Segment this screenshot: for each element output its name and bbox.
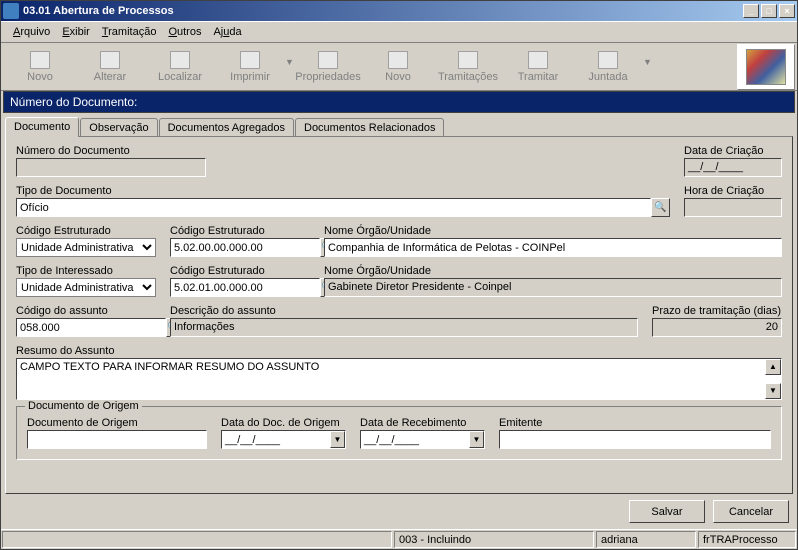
resumo-textarea[interactable]: CAMPO TEXTO PARA INFORMAR RESUMO DO ASSU… — [16, 358, 782, 400]
emitente-input[interactable] — [499, 430, 771, 449]
label-emitente: Emitente — [499, 417, 771, 429]
tab-relacionados[interactable]: Documentos Relacionados — [295, 118, 444, 137]
tb-imprimir-drop[interactable]: ▼ — [285, 57, 293, 77]
menubar: Arquivo Exibir Tramitação Outros Ajuda — [1, 21, 797, 43]
cod-estrut-select[interactable]: Unidade Administrativa — [16, 238, 156, 257]
tipo-doc-input[interactable] — [16, 198, 651, 217]
label-cod-estrut3: Código Estruturado — [170, 265, 310, 277]
label-data-doc-origem: Data do Doc. de Origem — [221, 417, 346, 429]
flow-icon — [458, 51, 478, 69]
cod-assunto-input[interactable] — [16, 318, 166, 337]
action-buttons: Salvar Cancelar — [1, 494, 797, 529]
nome-orgao2-display: Gabinete Diretor Presidente - Coinpel — [324, 278, 782, 297]
resumo-scroll-down[interactable]: ▼ — [765, 383, 781, 399]
data-criacao-display: __/__/____ — [684, 158, 782, 177]
doc-origem-group: Documento de Origem Documento de Origem … — [16, 406, 782, 460]
app-icon — [3, 3, 19, 19]
tb-tramitar[interactable]: Tramitar — [503, 46, 573, 88]
status-mode: 003 - Incluindo — [394, 531, 594, 548]
toolbar: Novo Alterar Localizar Imprimir ▼ Propri… — [1, 43, 735, 90]
tab-panel-documento: Número do Documento Data de Criação __/_… — [5, 136, 793, 494]
menu-exibir[interactable]: Exibir — [56, 24, 96, 40]
attach-icon — [598, 51, 618, 69]
desc-assunto-display: Informações — [170, 318, 638, 337]
titlebar: 03.01 Abertura de Processos _ □ × — [1, 1, 797, 21]
tab-observacao[interactable]: Observação — [80, 118, 157, 137]
status-form: frTRAProcesso — [698, 531, 796, 548]
search-icon — [170, 51, 190, 69]
chevron-down-icon[interactable]: ▼ — [469, 431, 484, 448]
tb-imprimir[interactable]: Imprimir — [215, 46, 285, 88]
label-resumo: Resumo do Assunto — [16, 345, 782, 357]
edit-icon — [100, 51, 120, 69]
menu-tramitacao[interactable]: Tramitação — [96, 24, 163, 40]
cod-estrut1-input[interactable] — [170, 238, 320, 257]
label-cod-estrut: Código Estruturado — [16, 225, 156, 237]
label-numero-doc: Número do Documento — [16, 145, 206, 157]
new-icon — [388, 51, 408, 69]
menu-outros[interactable]: Outros — [162, 24, 207, 40]
label-data-recebimento: Data de Recebimento — [360, 417, 485, 429]
data-doc-origem-input[interactable]: __/__/____▼ — [221, 430, 346, 449]
label-cod-estrut2: Código Estruturado — [170, 225, 310, 237]
label-nome-orgao2: Nome Órgão/Unidade — [324, 265, 782, 277]
label-data-criacao: Data de Criação — [684, 145, 782, 157]
tb-juntada[interactable]: Juntada — [573, 46, 643, 88]
salvar-button[interactable]: Salvar — [629, 500, 705, 523]
toolbar-row: Novo Alterar Localizar Imprimir ▼ Propri… — [1, 43, 797, 91]
prazo-display: 20 — [652, 318, 782, 337]
label-cod-assunto: Código do assunto — [16, 305, 156, 317]
tab-agregados[interactable]: Documentos Agregados — [159, 118, 294, 137]
label-prazo: Prazo de tramitação (dias) — [652, 305, 782, 317]
label-hora-criacao: Hora de Criação — [684, 185, 782, 197]
new-icon — [30, 51, 50, 69]
hora-criacao-display — [684, 198, 782, 217]
tabstrip: Documento Observação Documentos Agregado… — [1, 113, 797, 136]
label-doc-origem: Documento de Origem — [27, 417, 207, 429]
org-logo — [737, 44, 795, 90]
label-tipo-doc: Tipo de Documento — [16, 185, 670, 197]
label-tipo-interessado: Tipo de Interessado — [16, 265, 156, 277]
label-nome-orgao1: Nome Órgão/Unidade — [324, 225, 782, 237]
chevron-down-icon[interactable]: ▼ — [330, 431, 345, 448]
resumo-scroll-up[interactable]: ▲ — [765, 359, 781, 375]
tb-juntada-drop[interactable]: ▼ — [643, 57, 651, 77]
window-title: 03.01 Abertura de Processos — [23, 5, 743, 17]
tipo-doc-lookup[interactable]: 🔍 — [651, 198, 670, 217]
properties-icon — [318, 51, 338, 69]
tab-documento[interactable]: Documento — [5, 117, 79, 137]
tb-tramitacoes[interactable]: Tramitações — [433, 46, 503, 88]
cod-estrut2-input[interactable] — [170, 278, 320, 297]
cancelar-button[interactable]: Cancelar — [713, 500, 789, 523]
app-window: 03.01 Abertura de Processos _ □ × Arquiv… — [0, 0, 798, 550]
label-desc-assunto: Descrição do assunto — [170, 305, 638, 317]
doc-origem-legend: Documento de Origem — [25, 400, 142, 412]
maximize-button[interactable]: □ — [761, 4, 777, 18]
statusbar: 003 - Incluindo adriana frTRAProcesso — [1, 529, 797, 549]
tb-novo[interactable]: Novo — [5, 46, 75, 88]
doc-origem-input[interactable] — [27, 430, 207, 449]
tipo-interessado-select[interactable]: Unidade Administrativa — [16, 278, 156, 297]
menu-ajuda[interactable]: Ajuda — [207, 24, 247, 40]
tb-novo2[interactable]: Novo — [363, 46, 433, 88]
status-empty — [2, 531, 392, 548]
print-icon — [240, 51, 260, 69]
status-user: adriana — [596, 531, 696, 548]
close-button[interactable]: × — [779, 4, 795, 18]
data-recebimento-input[interactable]: __/__/____▼ — [360, 430, 485, 449]
menu-arquivo[interactable]: Arquivo — [7, 24, 56, 40]
minimize-button[interactable]: _ — [743, 4, 759, 18]
tb-localizar[interactable]: Localizar — [145, 46, 215, 88]
send-icon — [528, 51, 548, 69]
tb-alterar[interactable]: Alterar — [75, 46, 145, 88]
document-number-header: Número do Documento: — [3, 91, 795, 113]
nome-orgao1-input[interactable] — [324, 238, 782, 257]
tb-propriedades[interactable]: Propriedades — [293, 46, 363, 88]
numero-doc-display — [16, 158, 206, 177]
